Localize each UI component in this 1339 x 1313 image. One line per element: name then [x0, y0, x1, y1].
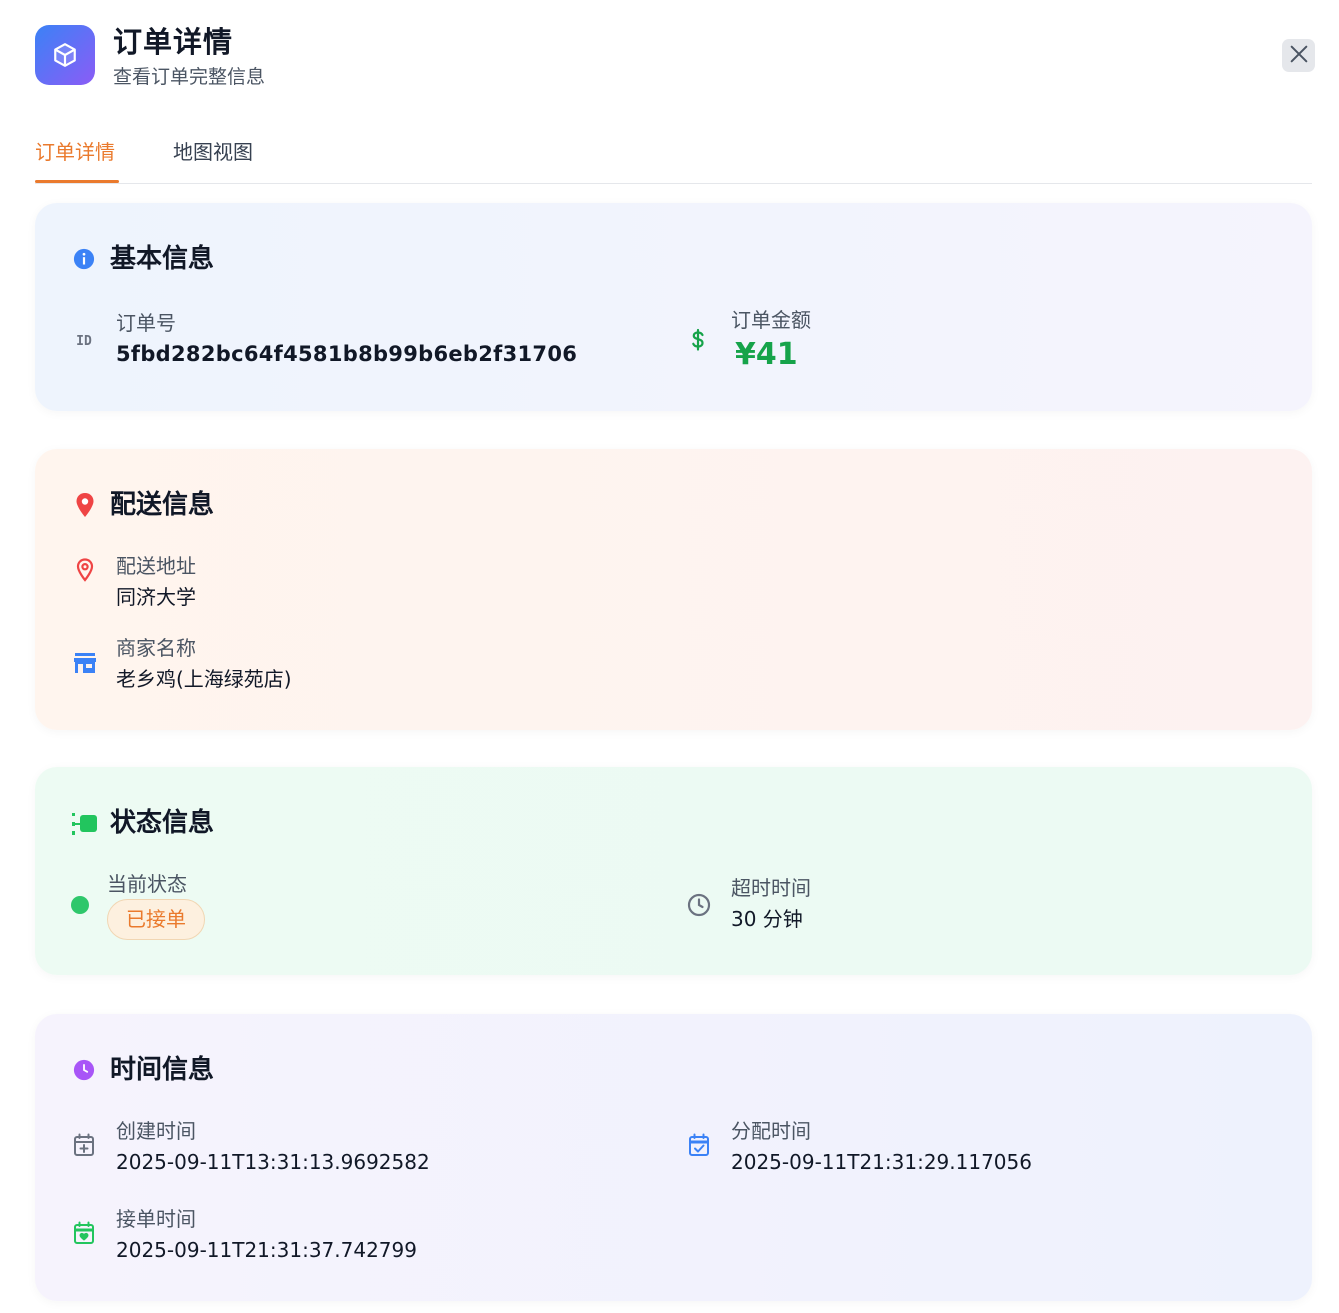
order-no-label: 订单号	[116, 311, 176, 335]
merchant-value: 老乡鸡(上海绿苑店)	[116, 667, 292, 691]
address-label: 配送地址	[116, 554, 196, 578]
info-icon	[73, 248, 95, 270]
amount-label: 订单金额	[731, 308, 811, 332]
calendar-plus-icon	[73, 1133, 95, 1157]
delivery-info-card: 配送信息 配送地址 同济大学 商家名称 老乡鸡(上海绿苑店)	[35, 449, 1312, 730]
merchant-label: 商家名称	[116, 636, 196, 660]
status-dot	[71, 896, 89, 914]
store-icon	[73, 652, 97, 674]
location-pin-icon	[75, 492, 95, 518]
dialog-title: 订单详情	[113, 25, 234, 59]
basic-info-title: 基本信息	[110, 244, 215, 274]
accepted-time-label: 接单时间	[116, 1207, 196, 1231]
status-info-title: 状态信息	[110, 808, 215, 838]
assigned-time-label: 分配时间	[731, 1119, 811, 1143]
status-info-card: 状态信息 当前状态 已接单 超时时间 30 分钟	[35, 767, 1312, 975]
tab-bar: 订单详情 地图视图	[35, 133, 1312, 184]
calendar-check-icon	[688, 1133, 710, 1157]
id-icon: ID	[76, 333, 92, 349]
status-badge: 已接单	[107, 899, 205, 940]
time-clock-icon	[73, 1059, 95, 1081]
delivery-info-title: 配送信息	[110, 490, 215, 520]
time-info-title: 时间信息	[110, 1055, 215, 1085]
dialog-header: 订单详情 查看订单完整信息	[35, 25, 1315, 88]
time-info-card: 时间信息 创建时间 2025-09-11T13:31:13.9692582 分配…	[35, 1014, 1312, 1301]
assigned-time-value: 2025-09-11T21:31:29.117056	[731, 1150, 1032, 1174]
created-time-label: 创建时间	[116, 1119, 196, 1143]
timeout-value: 30 分钟	[731, 907, 803, 931]
tab-map-view[interactable]: 地图视图	[173, 139, 253, 165]
order-no-value: 5fbd282bc64f4581b8b99b6eb2f31706	[116, 342, 578, 366]
amount-value: ¥41	[735, 337, 798, 372]
clock-icon	[687, 893, 711, 917]
close-button[interactable]	[1282, 39, 1315, 72]
created-time-value: 2025-09-11T13:31:13.9692582	[116, 1150, 430, 1174]
basic-info-card: 基本信息 ID 订单号 5fbd282bc64f4581b8b99b6eb2f3…	[35, 203, 1312, 411]
current-status-label: 当前状态	[107, 872, 187, 896]
dollar-icon	[687, 327, 709, 353]
timeout-label: 超时时间	[731, 876, 811, 900]
dialog-subtitle: 查看订单完整信息	[113, 66, 266, 88]
status-list-icon	[71, 812, 99, 836]
close-icon	[1288, 43, 1310, 69]
address-pin-icon	[75, 557, 95, 583]
accepted-time-value: 2025-09-11T21:31:37.742799	[116, 1238, 417, 1262]
active-tab-indicator	[35, 180, 119, 183]
tab-order-details[interactable]: 订单详情	[35, 139, 115, 165]
calendar-heart-icon	[73, 1221, 95, 1245]
cube-icon	[35, 25, 95, 85]
address-value: 同济大学	[116, 585, 196, 609]
